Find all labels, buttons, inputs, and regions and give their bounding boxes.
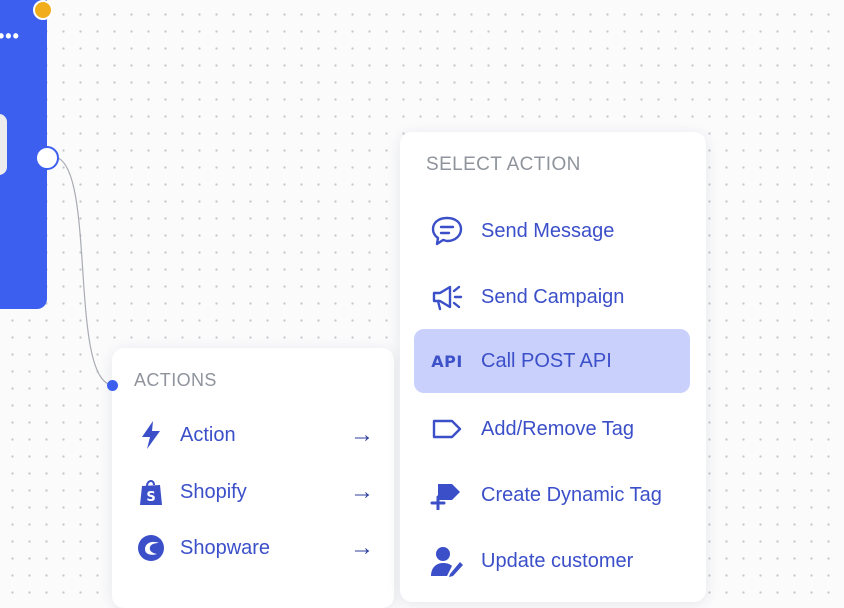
- svg-text:S: S: [146, 490, 155, 505]
- select-item-add-remove-tag[interactable]: Add/Remove Tag: [414, 397, 690, 461]
- select-item-send-campaign[interactable]: Send Campaign: [414, 265, 690, 329]
- dynamic-tag-icon: [428, 476, 466, 514]
- select-action-panel: SELECT ACTION Send Message Send Campaign…: [400, 132, 706, 602]
- node-output-handle[interactable]: [35, 146, 59, 170]
- actions-panel: ACTIONS Action → S Shopify → Shopware →: [112, 348, 394, 608]
- actions-panel-title: ACTIONS: [134, 370, 217, 390]
- arrow-right-icon: →: [350, 478, 374, 505]
- select-item-call-post-api[interactable]: API Call POST API: [414, 329, 690, 393]
- select-item-label: Send Message: [481, 219, 615, 242]
- megaphone-icon: [428, 278, 466, 316]
- select-item-send-message[interactable]: Send Message: [414, 199, 690, 263]
- arrow-right-icon: →: [350, 534, 374, 561]
- select-item-update-customer[interactable]: Update customer: [414, 529, 690, 593]
- select-item-label: Add/Remove Tag: [481, 417, 635, 440]
- select-item-label: Create Dynamic Tag: [481, 483, 662, 506]
- api-icon: API: [428, 342, 466, 380]
- arrow-right-icon: →: [350, 421, 374, 448]
- shopware-logo-icon: [134, 531, 168, 565]
- lightning-icon: [134, 418, 168, 452]
- api-icon-text: API: [431, 351, 463, 371]
- actions-input-handle[interactable]: [107, 380, 118, 391]
- select-item-create-dynamic-tag[interactable]: Create Dynamic Tag: [414, 463, 690, 527]
- user-edit-icon: [428, 542, 466, 580]
- tag-icon: [428, 410, 466, 448]
- actions-item-label: Action: [180, 423, 236, 446]
- shopify-bag-icon: S: [134, 475, 168, 509]
- actions-item-label: Shopware: [180, 536, 271, 559]
- select-item-label: Call POST API: [481, 349, 612, 372]
- select-item-label: Send Campaign: [481, 285, 625, 308]
- actions-item-shopware[interactable]: Shopware →: [134, 528, 374, 568]
- select-action-title: SELECT ACTION: [426, 154, 581, 175]
- actions-item-shopify[interactable]: S Shopify →: [134, 472, 374, 512]
- actions-item-action[interactable]: Action →: [134, 415, 374, 455]
- chat-bubble-icon: [428, 212, 466, 250]
- actions-item-label: Shopify: [180, 480, 247, 503]
- select-item-label: Update customer: [481, 549, 634, 572]
